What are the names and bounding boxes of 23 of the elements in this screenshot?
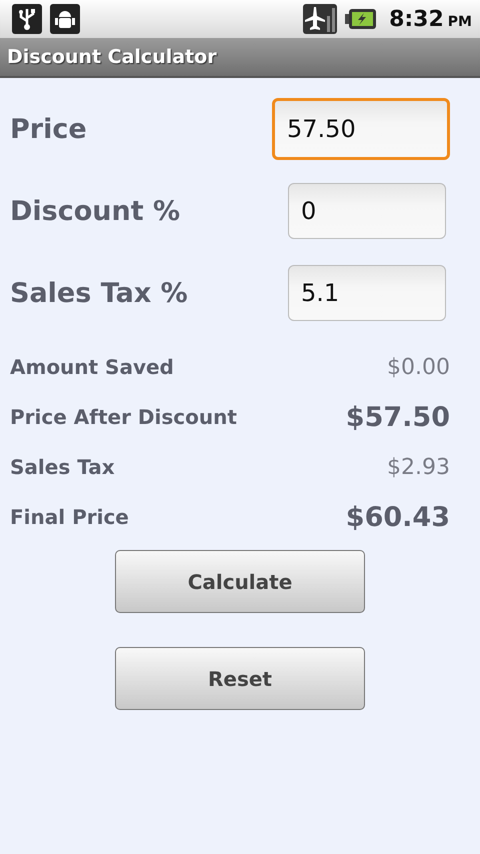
- result-label: Amount Saved: [10, 355, 174, 379]
- calculate-button[interactable]: Calculate: [115, 550, 365, 613]
- field-label: Sales Tax %: [10, 278, 188, 308]
- clock-period: PM: [448, 14, 472, 30]
- result-value: $2.93: [387, 454, 450, 480]
- input-field[interactable]: 57.50: [272, 98, 450, 160]
- input-field[interactable]: 0: [288, 183, 446, 239]
- input-field[interactable]: 5.1: [288, 265, 446, 321]
- field-label: Price: [10, 114, 87, 144]
- window-title: Discount Calculator: [7, 46, 217, 68]
- result-label: Price After Discount: [10, 405, 237, 429]
- result-value: $60.43: [346, 502, 450, 532]
- result-label: Sales Tax: [10, 455, 115, 479]
- field-label: Discount %: [10, 196, 180, 226]
- usb-icon: [12, 4, 42, 34]
- result-value: $57.50: [346, 402, 450, 432]
- airplane-mode-icon: [303, 4, 338, 34]
- battery-icon: [345, 8, 378, 30]
- clock-time: 8:32: [389, 6, 444, 32]
- result-value: $0.00: [387, 354, 450, 380]
- android-icon: [50, 4, 80, 34]
- result-label: Final Price: [10, 505, 129, 529]
- reset-button[interactable]: Reset: [115, 647, 365, 710]
